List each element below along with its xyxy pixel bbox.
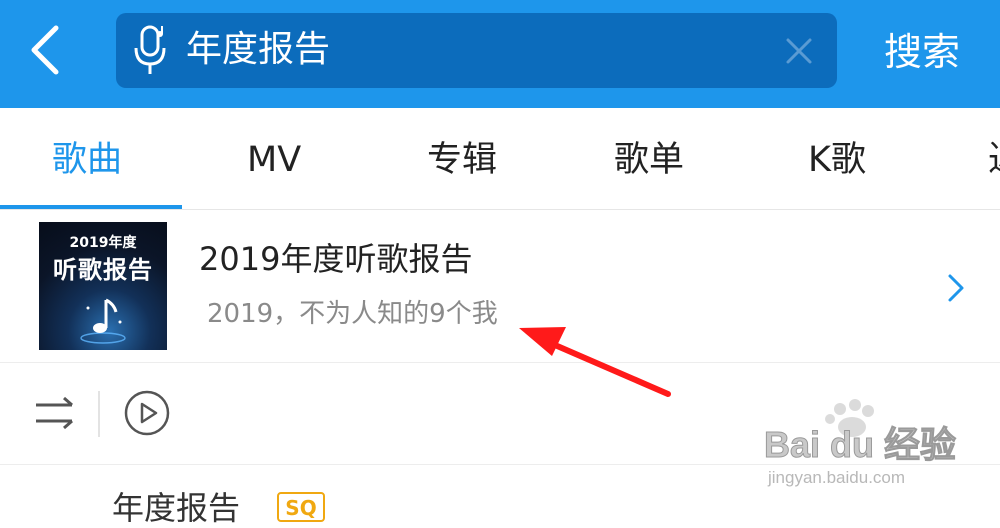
watermark-url: jingyan.baidu.com [767, 468, 905, 487]
back-arrow-icon [31, 25, 59, 75]
album-cover: 2019年度 听歌报告 [39, 222, 167, 350]
active-tab-indicator [0, 205, 182, 209]
music-note-icon [80, 298, 126, 344]
sort-icon[interactable] [34, 395, 76, 431]
next-list-item-title[interactable]: 年度报告 [112, 488, 240, 528]
top-bar: 年度报告 搜索 [0, 0, 1000, 108]
sq-quality-badge: SQ [277, 492, 325, 522]
result-list-item[interactable]: 2019年度 听歌报告 2019年度听歌报告 2019，不为人知的9个我 [0, 210, 1000, 363]
mic-icon[interactable] [131, 24, 171, 78]
clear-icon[interactable] [782, 34, 816, 68]
result-subtitle: 2019，不为人知的9个我 [207, 299, 498, 329]
tab-more[interactable]: 込 [988, 138, 1000, 182]
play-icon[interactable] [123, 389, 171, 437]
chevron-right-icon[interactable] [944, 272, 968, 304]
cover-year-text: 2019年度 [69, 235, 137, 251]
tab-mv[interactable]: MV [247, 138, 301, 182]
search-input[interactable]: 年度报告 [116, 13, 837, 88]
tab-karaoke[interactable]: K歌 [808, 138, 866, 182]
result-title[interactable]: 2019年度听歌报告 [199, 239, 472, 279]
search-query-text[interactable]: 年度报告 [186, 27, 330, 73]
cover-title-text: 听歌报告 [53, 256, 153, 284]
search-button[interactable]: 搜索 [884, 28, 960, 76]
category-tabs: 歌曲 MV 专辑 歌单 K歌 込 [0, 108, 1000, 210]
tab-playlists[interactable]: 歌单 [614, 138, 684, 182]
tab-albums[interactable]: 专辑 [427, 138, 497, 182]
divider [98, 391, 100, 437]
watermark-brand: Bai du 经验 [764, 424, 956, 465]
tab-songs[interactable]: 歌曲 [52, 138, 122, 182]
baidu-jingyan-watermark: Bai du 经验 jingyan.baidu.com [764, 399, 957, 487]
back-button[interactable] [22, 20, 72, 80]
